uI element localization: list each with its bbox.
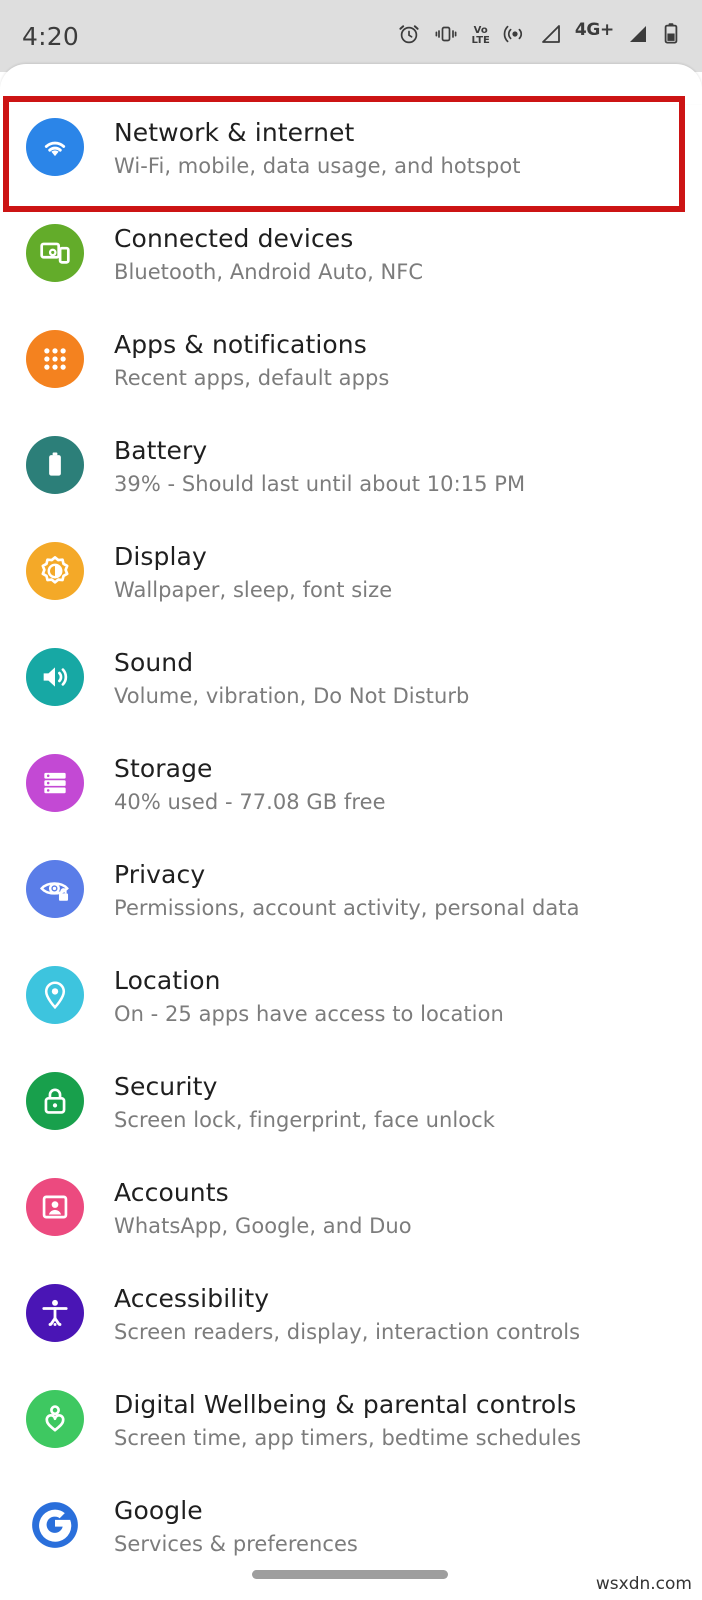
settings-item-subtitle: Volume, vibration, Do Not Disturb [114,684,470,708]
network-type-label: 4G+ [574,20,614,40]
settings-item-google[interactable]: Google Services & preferences [0,1474,702,1580]
settings-item-title: Location [114,966,221,995]
settings-item-title: Connected devices [114,224,354,253]
settings-item-battery[interactable]: Battery 39% - Should last until about 10… [0,414,702,520]
settings-item-title: Accounts [114,1178,229,1207]
settings-item-title: Network & internet [114,118,355,147]
settings-item-title: Storage [114,754,213,783]
account-card-icon [26,1178,84,1236]
watermark: wsxdn.com [595,1574,692,1594]
settings-item-subtitle: Screen lock, fingerprint, face unlock [114,1108,495,1132]
settings-screen: 4:20 Vo LTE 4G+ Network & internet Wi-Fi… [0,0,702,1600]
status-bar-clock: 4:20 [22,21,79,51]
home-gesture-pill[interactable] [252,1570,448,1579]
settings-item-network-internet[interactable]: Network & internet Wi-Fi, mobile, data u… [0,96,702,202]
settings-item-texts: Battery 39% - Should last until about 10… [84,414,525,498]
settings-item-title: Apps & notifications [114,330,367,359]
alarm-icon [397,22,421,50]
settings-item-subtitle: Wi-Fi, mobile, data usage, and hotspot [114,154,521,178]
settings-item-subtitle: 39% - Should last until about 10:15 PM [114,472,526,496]
settings-item-subtitle: Recent apps, default apps [114,366,390,390]
settings-item-texts: Network & internet Wi-Fi, mobile, data u… [84,96,521,180]
settings-item-security[interactable]: Security Screen lock, fingerprint, face … [0,1050,702,1156]
storage-icon [26,754,84,812]
settings-item-privacy[interactable]: Privacy Permissions, account activity, p… [0,838,702,944]
settings-item-accounts[interactable]: Accounts WhatsApp, Google, and Duo [0,1156,702,1262]
eye-lock-icon [26,860,84,918]
settings-item-connected-devices[interactable]: Connected devices Bluetooth, Android Aut… [0,202,702,308]
google-g-icon [26,1496,84,1554]
location-pin-icon [26,966,84,1024]
apps-grid-icon [26,330,84,388]
settings-item-title: Battery [114,436,208,465]
settings-item-subtitle: Screen time, app timers, bedtime schedul… [114,1426,582,1450]
settings-item-texts: Digital Wellbeing & parental controls Sc… [84,1368,581,1452]
hotspot-icon [503,22,527,50]
settings-item-subtitle: 40% used - 77.08 GB free [114,790,386,814]
wifi-icon [26,118,84,176]
settings-item-sound[interactable]: Sound Volume, vibration, Do Not Disturb [0,626,702,732]
settings-item-subtitle: WhatsApp, Google, and Duo [114,1214,412,1238]
settings-item-texts: Google Services & preferences [84,1474,358,1558]
settings-item-subtitle: Screen readers, display, interaction con… [114,1320,581,1344]
devices-icon [26,224,84,282]
settings-item-subtitle: Wallpaper, sleep, font size [114,578,393,602]
status-bar-icons: Vo LTE 4G+ [397,20,680,50]
settings-item-accessibility[interactable]: Accessibility Screen readers, display, i… [0,1262,702,1368]
settings-item-texts: Connected devices Bluetooth, Android Aut… [84,202,423,286]
lock-icon [26,1072,84,1130]
volte-bottom-label: LTE [471,35,490,46]
signal-empty-icon [540,23,562,49]
settings-item-subtitle: On - 25 apps have access to location [114,1002,504,1026]
battery-icon [26,436,84,494]
settings-item-texts: Accessibility Screen readers, display, i… [84,1262,580,1346]
settings-item-texts: Location On - 25 apps have access to loc… [84,944,504,1028]
settings-item-texts: Storage 40% used - 77.08 GB free [84,732,386,816]
volume-icon [26,648,84,706]
settings-item-title: Privacy [114,860,206,889]
brightness-icon [26,542,84,600]
heart-person-icon [26,1390,84,1448]
settings-item-subtitle: Services & preferences [114,1532,358,1556]
settings-item-storage[interactable]: Storage 40% used - 77.08 GB free [0,732,702,838]
battery-icon [662,22,680,50]
settings-item-title: Google [114,1496,203,1525]
settings-item-texts: Sound Volume, vibration, Do Not Disturb [84,626,469,710]
settings-item-title: Display [114,542,207,571]
accessibility-icon [26,1284,84,1342]
settings-item-digital-wellbeing[interactable]: Digital Wellbeing & parental controls Sc… [0,1368,702,1474]
settings-item-apps-notifications[interactable]: Apps & notifications Recent apps, defaul… [0,308,702,414]
settings-item-display[interactable]: Display Wallpaper, sleep, font size [0,520,702,626]
settings-item-title: Security [114,1072,218,1101]
settings-item-texts: Apps & notifications Recent apps, defaul… [84,308,389,392]
settings-item-location[interactable]: Location On - 25 apps have access to loc… [0,944,702,1050]
settings-item-subtitle: Permissions, account activity, personal … [114,896,580,920]
settings-item-subtitle: Bluetooth, Android Auto, NFC [114,260,424,284]
settings-item-title: Accessibility [114,1284,270,1313]
signal-full-icon [627,23,649,49]
settings-item-texts: Accounts WhatsApp, Google, and Duo [84,1156,412,1240]
settings-item-title: Sound [114,648,194,677]
settings-item-texts: Security Screen lock, fingerprint, face … [84,1050,495,1134]
status-bar: 4:20 Vo LTE 4G+ [0,0,702,72]
volte-icon: Vo LTE [471,26,489,46]
settings-item-texts: Privacy Permissions, account activity, p… [84,838,580,922]
settings-list: Network & internet Wi-Fi, mobile, data u… [0,96,702,1580]
settings-item-title: Digital Wellbeing & parental controls [114,1390,577,1419]
settings-item-texts: Display Wallpaper, sleep, font size [84,520,392,604]
vibrate-icon [434,22,458,50]
